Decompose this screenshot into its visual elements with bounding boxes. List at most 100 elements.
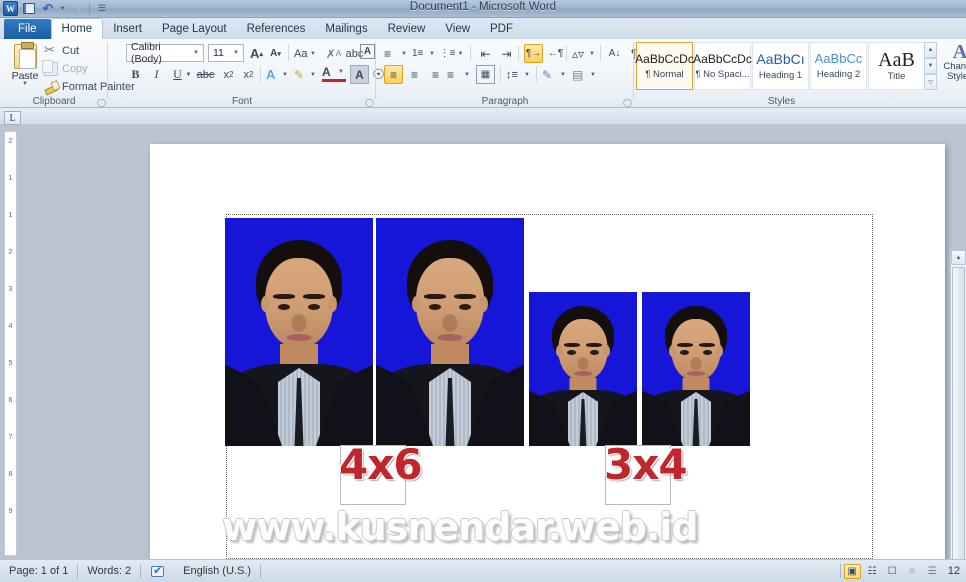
language-status[interactable]: English (U.S.) (174, 565, 260, 577)
style-no-spaci[interactable]: AaBbCcDc ¶ No Spaci... (693, 42, 752, 90)
align-left-icon[interactable]: ≡ (384, 65, 403, 84)
scroll-up-icon[interactable]: ▲ (951, 250, 966, 265)
lapel-left (529, 390, 570, 446)
cut-button[interactable]: Cut (44, 42, 79, 59)
label-4x6: 4x6 (339, 440, 423, 489)
web-layout-view-button[interactable]: ☐ (884, 564, 901, 579)
strikethrough-icon[interactable]: abc (196, 65, 215, 84)
numbering-icon[interactable]: 1≡ ▼ (412, 44, 437, 63)
lapel-right (467, 364, 524, 446)
multilevel-list-icon[interactable]: ⋮≡ ▼ (440, 44, 465, 63)
styles-scroll-up-icon[interactable]: ▲ (924, 42, 937, 58)
subscript-icon[interactable]: x2 (219, 65, 238, 84)
document-page[interactable]: 4x6 3x4 www.kusnendar.web.id (150, 144, 945, 559)
italic-icon[interactable]: I (147, 65, 166, 84)
bullets-icon[interactable]: ≡ ▼ (384, 44, 409, 63)
window-title: Document1 - Microsoft Word (409, 1, 557, 13)
tab-mailings[interactable]: Mailings (315, 19, 377, 39)
status-divider (839, 564, 841, 578)
decrease-indent-icon[interactable]: ⇤ (476, 44, 495, 63)
change-case-icon[interactable]: Aa ▼ (294, 44, 318, 63)
scrollbar-thumb[interactable] (952, 267, 965, 567)
ear-left (261, 296, 270, 312)
tab-selector-button[interactable]: L (4, 111, 21, 125)
zoom-level[interactable]: 12 (944, 565, 960, 577)
vertical-scrollbar[interactable]: ▲ ▼ (950, 250, 966, 582)
style-heading-2[interactable]: AaBbCc Heading 2 (810, 42, 867, 90)
bold-icon[interactable]: B (126, 65, 145, 84)
paste-dropdown-icon[interactable]: ▼ (22, 81, 28, 87)
right-to-left-icon[interactable]: ←¶ (546, 44, 565, 63)
text-highlight-color-icon[interactable]: ✎ ▼ (294, 65, 318, 84)
styles-more-icon[interactable]: ▽ (924, 74, 937, 90)
outline-view-button[interactable]: ≡ (904, 564, 921, 579)
suit-jacket (376, 364, 524, 446)
grow-font-icon[interactable]: A ▴ (247, 44, 266, 63)
paste-button[interactable]: Paste ▼ (6, 42, 44, 95)
character-shading-icon[interactable]: A (350, 65, 369, 84)
page-status[interactable]: Page: 1 of 1 (0, 565, 77, 577)
font-size-input[interactable]: 11 ▼ (208, 44, 244, 62)
vertical-ruler[interactable]: 2 1 1 2 3 4 5 6 7 8 9 (4, 131, 17, 556)
left-to-right-icon[interactable]: ¶→ (524, 44, 543, 63)
print-layout-view-button[interactable]: ▣ (843, 563, 861, 579)
tab-home[interactable]: Home (50, 18, 104, 39)
tab-pdf[interactable]: PDF (480, 19, 523, 39)
align-right-icon[interactable]: ≡ (426, 65, 445, 84)
shading-icon[interactable]: ✎ ▼ (542, 65, 568, 84)
title-bar: W ↶ ▼ ↷ ☰ Document1 - Microsoft Word (0, 0, 966, 18)
shrink-font-icon[interactable]: A ▾ (266, 44, 285, 63)
sort-icon[interactable]: ▵▿ ▼ (572, 44, 597, 63)
word-count-status[interactable]: Words: 2 (78, 565, 140, 577)
para-divider-4 (600, 45, 601, 61)
horizontal-ruler[interactable]: 2·1·1·1··1·1·2·3·4·5·6·7·8·9·10·11·12·13… (0, 108, 966, 231)
para-divider-5 (500, 66, 501, 82)
font-name-dropdown-icon[interactable]: ▼ (191, 50, 201, 56)
text-effects-icon[interactable]: A ▼ (266, 65, 290, 84)
justify-icon[interactable]: ≡ ▼ (447, 65, 472, 84)
proofing-status[interactable] (141, 564, 174, 578)
style-title[interactable]: AaB Title (868, 42, 925, 90)
label-3x4: 3x4 (604, 440, 688, 489)
ear-left (556, 345, 563, 357)
superscript-icon[interactable]: x2 (239, 65, 258, 84)
clear-formatting-icon[interactable]: ✗ A (324, 44, 343, 63)
paragraph-dialog-launcher-icon[interactable]: ◯ (623, 98, 632, 107)
align-center-icon[interactable]: ≡ (405, 65, 424, 84)
label-box-4x6[interactable]: 4x6 (339, 444, 423, 505)
sort-az-icon[interactable]: A↓ (605, 44, 624, 63)
styles-scroll-down-icon[interactable]: ▼ (924, 58, 937, 74)
draft-view-button[interactable]: ☰ (924, 564, 941, 579)
tab-page-layout[interactable]: Page Layout (152, 19, 237, 39)
portrait-graphic (376, 218, 524, 446)
line-spacing-icon[interactable]: ↕≡ ▼ (506, 65, 532, 84)
tab-view[interactable]: View (435, 19, 480, 39)
photo-4x6-left[interactable] (225, 218, 373, 446)
underline-dropdown-icon[interactable]: ▼ (184, 65, 193, 84)
font-dialog-launcher-icon[interactable]: ◯ (365, 98, 374, 107)
clipboard-dialog-launcher-icon[interactable]: ◯ (97, 98, 106, 107)
font-name-input[interactable]: Calibri (Body) ▼ (126, 41, 204, 65)
style-normal[interactable]: AaBbCcDc ¶ Normal (635, 42, 694, 90)
copy-button[interactable]: Copy (42, 60, 88, 77)
nose (291, 314, 307, 332)
style-heading-1[interactable]: AaBbCı Heading 1 (752, 42, 809, 90)
full-screen-reading-view-button[interactable]: ☷ (864, 564, 881, 579)
tab-file[interactable]: File (4, 19, 51, 39)
change-styles-button[interactable]: A Change Styles (940, 42, 966, 92)
font-size-dropdown-icon[interactable]: ▼ (231, 50, 241, 56)
styles-gallery-scrollbar[interactable]: ▲ ▼ ▽ (924, 42, 937, 90)
document-canvas: 21123456789 4x6 3x4 www.kusnendar.web.id… (0, 125, 966, 582)
distributed-icon[interactable]: ▦ (476, 65, 495, 84)
label-box-3x4[interactable]: 3x4 (604, 444, 688, 505)
borders-icon[interactable]: ▤ ▼ (572, 65, 598, 84)
tab-references[interactable]: References (237, 19, 316, 39)
increase-indent-icon[interactable]: ⇥ (497, 44, 516, 63)
font-color-icon[interactable]: A ▼ (322, 65, 346, 82)
tab-review[interactable]: Review (378, 19, 436, 39)
photo-3x4-left[interactable] (529, 292, 637, 446)
text-box-icon[interactable]: A (360, 44, 375, 59)
photo-4x6-right[interactable] (376, 218, 524, 446)
photo-3x4-right[interactable] (642, 292, 750, 446)
tab-insert[interactable]: Insert (103, 19, 152, 39)
